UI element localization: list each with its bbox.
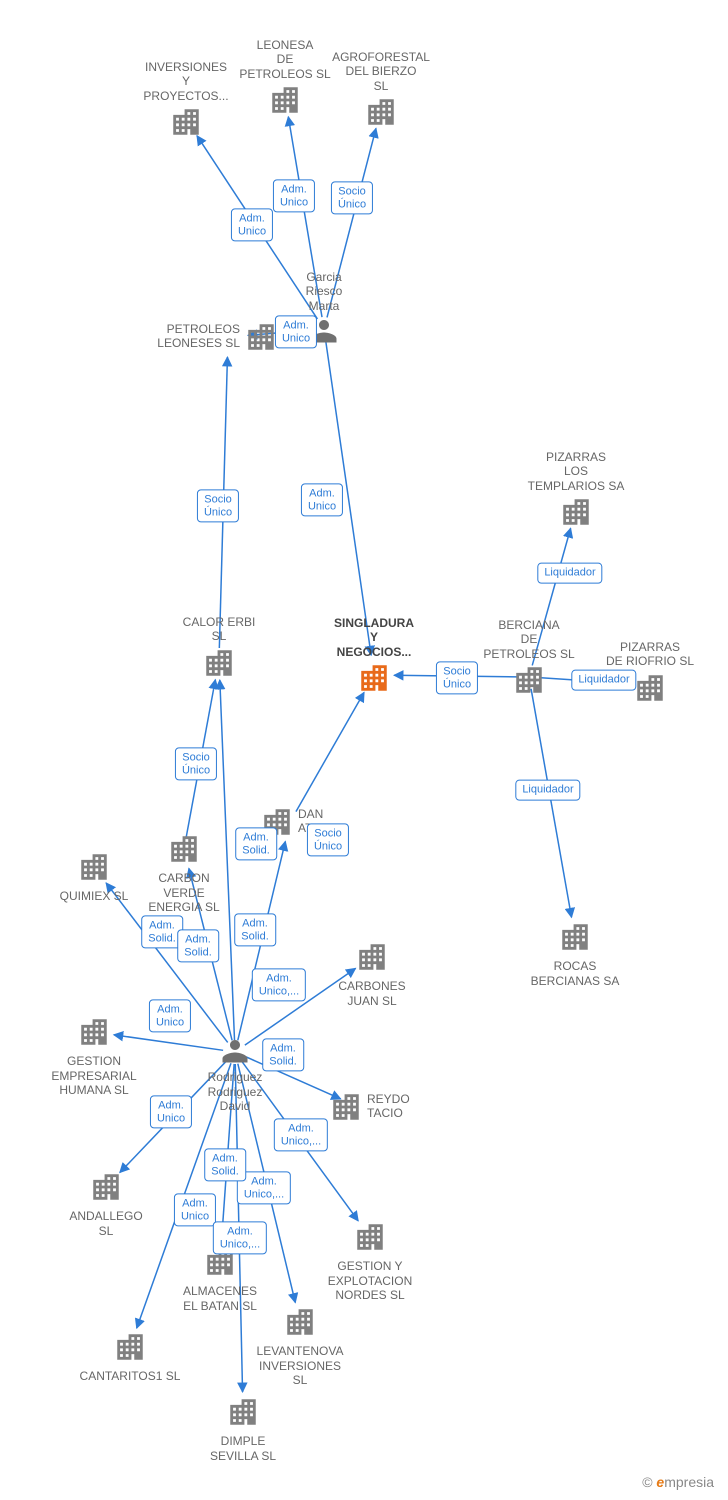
edge-label: Adm. Unico [231, 208, 273, 241]
node-carbones_juan[interactable]: CARBONES JUAN SL [317, 940, 427, 1008]
node-label: GESTION EMPRESARIAL HUMANA SL [39, 1054, 149, 1097]
node-rocas[interactable]: ROCAS BERCIANAS SA [520, 920, 630, 988]
node-label: DIMPLE SEVILLA SL [188, 1434, 298, 1463]
building-icon [226, 1395, 260, 1429]
node-label: PIZARRAS LOS TEMPLARIOS SA [521, 450, 631, 493]
building-icon [633, 671, 667, 705]
node-dimple[interactable]: DIMPLE SEVILLA SL [188, 1395, 298, 1463]
node-label: REYDO TACIO [367, 1092, 410, 1121]
edge-label: Adm. Unico,... [252, 968, 306, 1001]
edge-label: Adm. Solid. [235, 827, 277, 860]
edge-label: Adm. Unico [150, 1095, 192, 1128]
node-label: CARBONES JUAN SL [317, 979, 427, 1008]
edge-dan_atetx-singladura [296, 692, 364, 811]
building-icon [169, 105, 203, 139]
node-label: GESTION Y EXPLOTACION NORDES SL [315, 1259, 425, 1302]
node-agroforestal[interactable]: AGROFORESTAL DEL BIERZO SL [326, 50, 436, 133]
node-label: PIZARRAS DE RIOFRIO SL [595, 640, 705, 669]
node-calor_erbi[interactable]: CALOR ERBI SL [164, 615, 274, 683]
node-petroleos_leoneses[interactable]: PETROLEOS LEONESES SL [108, 320, 278, 354]
edge-label: Adm. Solid. [177, 929, 219, 962]
node-andallego[interactable]: ANDALLEGO SL [51, 1170, 161, 1238]
node-singladura[interactable]: SINGLADURA Y NEGOCIOS... [319, 616, 429, 699]
edge-label: Liquidador [571, 670, 636, 691]
node-label: ANDALLEGO SL [51, 1209, 161, 1238]
node-label: CANTARITOS1 SL [75, 1369, 185, 1383]
node-leonesa[interactable]: LEONESA DE PETROLEOS SL [230, 38, 340, 121]
edge-label: Adm. Solid. [262, 1038, 304, 1071]
building-icon [202, 646, 236, 680]
edge-label: Adm. Unico [149, 999, 191, 1032]
node-pizarras_templarios[interactable]: PIZARRAS LOS TEMPLARIOS SA [521, 450, 631, 533]
building-icon [283, 1305, 317, 1339]
node-gestion_nordes[interactable]: GESTION Y EXPLOTACION NORDES SL [315, 1220, 425, 1303]
node-label: Rodriguez Rodriguez David [180, 1070, 290, 1113]
node-reydo[interactable]: REYDO TACIO [329, 1090, 479, 1124]
building-icon [113, 1330, 147, 1364]
node-label: Garcia Riesco Marta [269, 270, 379, 313]
edge-label: Socio Único [307, 823, 349, 856]
edge-label: Socio Único [175, 747, 217, 780]
building-icon [512, 663, 546, 697]
node-label: BERCIANA DE PETROLEOS SL [474, 618, 584, 661]
node-berciana[interactable]: BERCIANA DE PETROLEOS SL [474, 618, 584, 701]
person-icon [220, 1035, 250, 1065]
building-icon [329, 1090, 363, 1124]
node-label: AGROFORESTAL DEL BIERZO SL [326, 50, 436, 93]
node-label: LEVANTENOVA INVERSIONES SL [245, 1344, 355, 1387]
edge-label: Socio Único [197, 489, 239, 522]
edge-berciana-rocas [531, 689, 571, 917]
edge-label: Adm. Unico [275, 315, 317, 348]
building-icon [77, 1015, 111, 1049]
building-icon [558, 920, 592, 954]
building-icon [355, 940, 389, 974]
node-label: PETROLEOS LEONESES SL [157, 322, 240, 351]
edge-label: Adm. Unico,... [213, 1221, 267, 1254]
node-label: LEONESA DE PETROLEOS SL [230, 38, 340, 81]
node-label: INVERSIONES Y PROYECTOS... [131, 60, 241, 103]
edge-label: Liquidador [515, 780, 580, 801]
edge-label: Adm. Unico,... [274, 1118, 328, 1151]
node-label: ROCAS BERCIANAS SA [520, 959, 630, 988]
building-icon [559, 495, 593, 529]
node-inversiones[interactable]: INVERSIONES Y PROYECTOS... [131, 60, 241, 143]
node-levantenova[interactable]: LEVANTENOVA INVERSIONES SL [245, 1305, 355, 1388]
node-carbon_verde[interactable]: CARBON VERDE ENERGIA SL [129, 832, 239, 915]
edge-label: Liquidador [537, 563, 602, 584]
edge-label: Adm. Solid. [204, 1148, 246, 1181]
edge-label: Socio Único [436, 661, 478, 694]
edge-label: Adm. Unico [273, 179, 315, 212]
building-icon [353, 1220, 387, 1254]
node-label: CARBON VERDE ENERGIA SL [129, 871, 239, 914]
building-icon [77, 850, 111, 884]
brand-rest: mpresia [664, 1474, 714, 1490]
building-icon [268, 83, 302, 117]
node-gestion_humana[interactable]: GESTION EMPRESARIAL HUMANA SL [39, 1015, 149, 1098]
node-label: CALOR ERBI SL [164, 615, 274, 644]
footer-copyright: © empresia [642, 1474, 714, 1490]
building-icon [89, 1170, 123, 1204]
node-cantaritos[interactable]: CANTARITOS1 SL [75, 1330, 185, 1384]
node-almacenes[interactable]: ALMACENES EL BATAN SL [165, 1245, 275, 1313]
building-icon [357, 661, 391, 695]
edge-label: Socio Único [331, 181, 373, 214]
copyright-symbol: © [642, 1474, 652, 1490]
building-icon [167, 832, 201, 866]
edge-label: Adm. Unico [301, 483, 343, 516]
node-label: SINGLADURA Y NEGOCIOS... [319, 616, 429, 659]
building-icon [364, 95, 398, 129]
edge-label: Adm. Solid. [234, 913, 276, 946]
edge-label: Adm. Unico [174, 1193, 216, 1226]
